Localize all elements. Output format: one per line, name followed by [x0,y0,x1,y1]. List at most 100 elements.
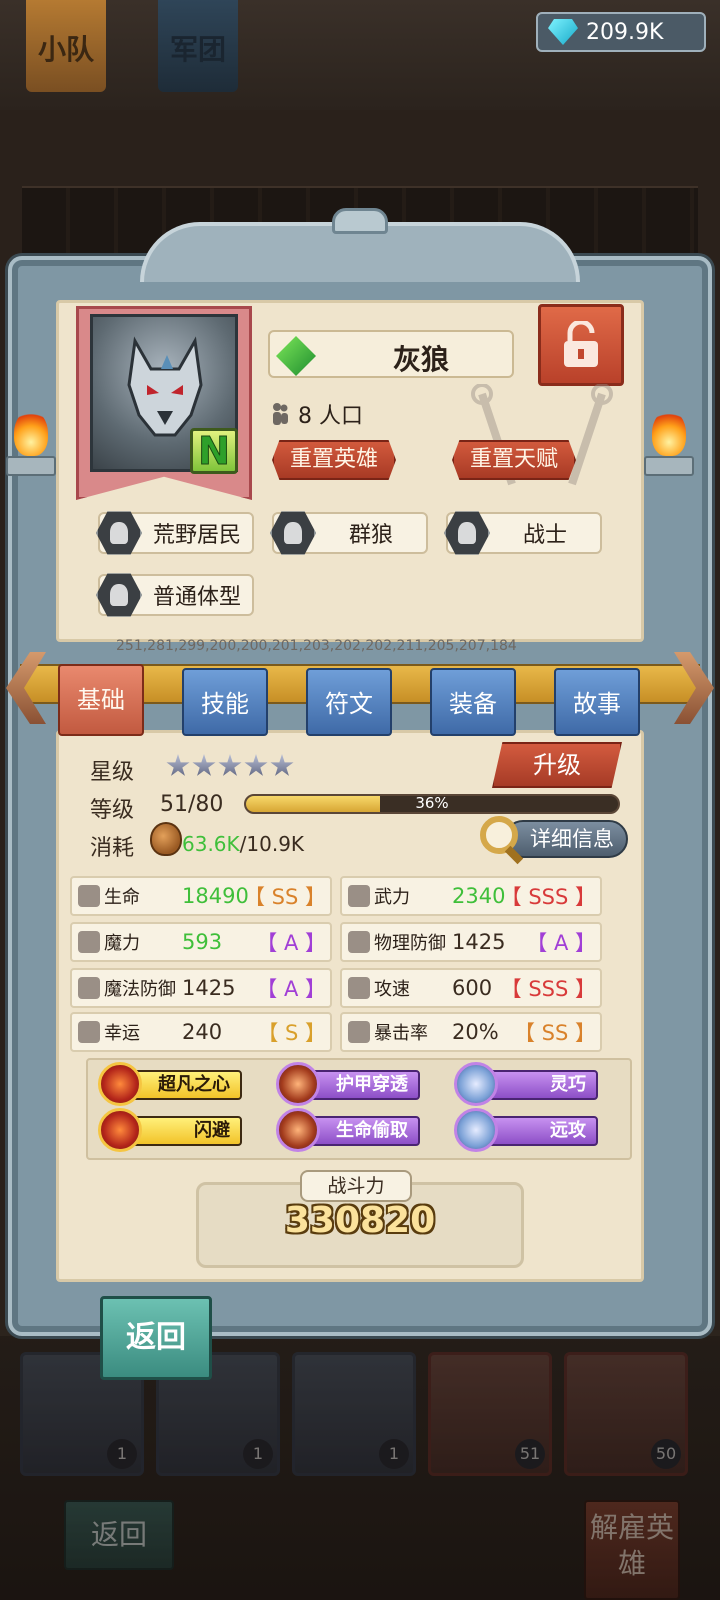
details-label: 详细信息 [504,820,628,858]
power-value: 330820 [284,1200,436,1241]
trait-label: 生命偷取 [304,1116,420,1146]
debug-id-string: 251,281,299,200,200,201,203,202,202,211,… [116,638,517,654]
tab-story[interactable]: 故事 [554,668,640,736]
rarity-badge: N [190,428,238,474]
stat-grade: 【 A 】 [256,977,326,1001]
tab-squad[interactable]: 小队 [26,0,106,92]
trait-label: 超凡之心 [126,1070,242,1100]
level-value: 51/80 [160,792,224,817]
trait-0[interactable]: 超凡之心 [98,1062,244,1106]
tag-warrior[interactable]: 战士 [444,511,602,555]
stat-value: 593 [182,930,223,954]
stat-value: 20% [452,1020,499,1044]
stat-grade: 【 SSS 】 [500,885,596,909]
stat-0: 生命 18490 【 SS 】 [70,876,332,916]
class-gem-icon [276,336,316,376]
star-icon [166,754,190,776]
tag-wolf-pack[interactable]: 群狼 [270,511,428,555]
flame-icon [14,410,48,456]
stat-grade: 【 A 】 [256,931,326,955]
stat-1: 武力 2340 【 SSS 】 [340,876,602,916]
heart-icon [78,885,100,907]
trait-3[interactable]: 闪避 [98,1108,244,1152]
stat-2: 魔力 593 【 A 】 [70,922,332,962]
details-button[interactable]: 详细信息 [480,816,630,865]
stat-grade: 【 S 】 [257,1021,326,1045]
trait-1[interactable]: 护甲穿透 [276,1062,422,1106]
stat-grade: 【 A 】 [526,931,596,955]
stat-5: 攻速 600 【 SSS 】 [340,968,602,1008]
sword-icon [348,885,370,907]
body-type-icon [96,573,142,617]
cost-need: /10.9K [239,832,305,856]
crit-icon [348,1021,370,1043]
population-line: 8 人口 [270,398,363,430]
star-label: 星级 [90,760,135,785]
star-icon [218,754,242,776]
hero-name: 灰狼 [392,343,449,376]
torch-right [644,410,694,480]
trait-icon [98,1108,142,1152]
tab-runes[interactable]: 符文 [306,668,392,736]
trait-4[interactable]: 生命偷取 [276,1108,422,1152]
stat-value: 2340 [452,884,506,908]
trait-5[interactable]: 远攻 [454,1108,600,1152]
hero-name-bar: 灰狼 [268,330,514,378]
reset-hero-button[interactable]: 重置英雄 [272,440,396,480]
star-icon [270,754,294,776]
stat-3: 物理防御 1425 【 A 】 [340,922,602,962]
back-button[interactable]: 返回 [100,1296,212,1380]
trait-icon [276,1108,320,1152]
cost-have: 63.6K [182,832,240,856]
tag-label: 普通体型 [152,585,241,610]
diamond-icon [548,19,578,45]
trait-label: 灵巧 [482,1070,598,1100]
upgrade-button[interactable]: 升级 [492,742,622,788]
stat-grade: 【 SS 】 [513,1021,596,1045]
tag-label: 荒野居民 [152,523,241,548]
tab-basic[interactable]: 基础 [58,664,144,736]
shield-icon [348,931,370,953]
stat-value: 18490 [182,884,249,908]
trait-icon [276,1062,320,1106]
luck-icon [78,1021,100,1043]
stat-name: 魔力 [104,933,140,954]
tag-label: 群狼 [348,523,393,548]
sword-shield-icon [444,511,490,555]
tag-body-type[interactable]: 普通体型 [96,573,254,617]
trait-2[interactable]: 灵巧 [454,1062,600,1106]
stat-name: 物理防御 [374,933,446,954]
tab-legion[interactable]: 军团 [158,0,238,92]
population-icon [273,403,288,425]
magic-icon [78,931,100,953]
cost-label: 消耗 [90,836,135,861]
stat-name: 魔法防御 [104,979,176,1000]
stat-grade: 【 SS 】 [243,885,326,909]
stat-name: 幸运 [104,1023,140,1044]
stat-4: 魔法防御 1425 【 A 】 [70,968,332,1008]
tag-wilderness[interactable]: 荒野居民 [96,511,254,555]
star-icon [244,754,268,776]
unlock-icon [564,321,598,367]
magic-shield-icon [78,977,100,999]
cost-value: 63.6K/10.9K [182,832,304,856]
stat-value: 600 [452,976,493,1000]
tab-equipment[interactable]: 装备 [430,668,516,736]
stat-name: 攻速 [374,979,410,1000]
wilderness-icon [96,511,142,555]
stat-grade: 【 SSS 】 [500,977,596,1001]
stat-value: 1425 [182,976,236,1000]
gem-counter: 209.9K [536,12,706,52]
stat-7: 暴击率 20% 【 SS 】 [340,1012,602,1052]
lock-button[interactable] [538,304,624,386]
level-label: 等级 [90,798,135,823]
trait-icon [454,1108,498,1152]
population-text: 8 人口 [298,404,363,429]
tab-skills[interactable]: 技能 [182,668,268,736]
stat-name: 暴击率 [374,1023,428,1044]
tag-label: 战士 [522,523,567,548]
reset-talent-button[interactable]: 重置天赋 [452,440,576,480]
stat-value: 240 [182,1020,223,1044]
level-progress-bar: 36% [244,794,620,814]
star-rating [166,754,294,778]
